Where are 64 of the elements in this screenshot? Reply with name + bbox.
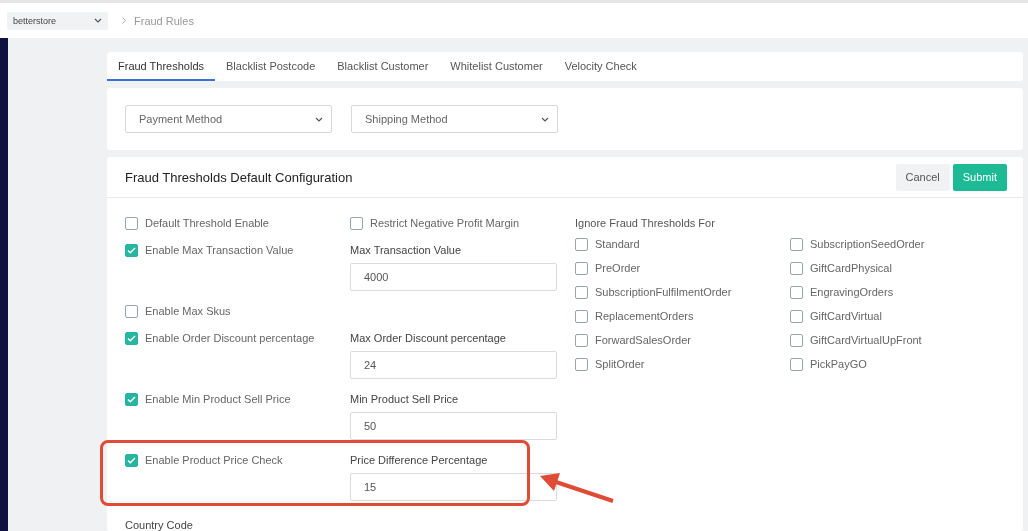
tab[interactable]: Blacklist Customer [326, 52, 440, 81]
checkbox[interactable] [125, 454, 138, 467]
chevron-down-icon [94, 18, 102, 23]
tab[interactable]: Fraud Thresholds [107, 52, 215, 81]
checkbox[interactable] [125, 217, 138, 230]
field-label: Min Product Sell Price [350, 393, 460, 406]
checkbox[interactable] [125, 332, 138, 345]
chevron-down-icon [315, 116, 323, 122]
checkbox[interactable] [790, 334, 803, 347]
field-label: Max Transaction Value [350, 244, 463, 257]
checkbox[interactable] [350, 217, 363, 230]
input-field[interactable]: 15 [350, 473, 557, 501]
checkbox-label: GiftCardPhysical [810, 262, 892, 275]
checkbox-label: PickPayGO [810, 358, 867, 371]
chevron-down-icon [541, 116, 549, 122]
checkbox-label: Enable Max Skus [145, 305, 231, 318]
checkbox[interactable] [575, 310, 588, 323]
checkbox[interactable] [125, 305, 138, 318]
field-label: Max Order Discount percentage [350, 332, 507, 345]
input-field[interactable]: 50 [350, 412, 557, 440]
cancel-button[interactable]: Cancel [895, 163, 950, 191]
checkbox[interactable] [575, 358, 588, 371]
input-field[interactable]: 4000 [350, 263, 557, 291]
checkbox-label: PreOrder [595, 262, 641, 275]
checkbox[interactable] [790, 310, 803, 323]
checkbox-label: Enable Order Discount percentage [145, 332, 315, 345]
checkbox-label: SubscriptionFulfilmentOrder [595, 286, 732, 299]
checkbox-label: SubscriptionSeedOrder [810, 238, 925, 251]
checkbox[interactable] [790, 262, 803, 275]
store-select[interactable]: betterstore [7, 11, 108, 30]
filter-select[interactable]: Payment Method [125, 105, 332, 133]
checkbox-label: Standard [595, 238, 640, 251]
checkbox-label: Default Threshold Enable [145, 217, 269, 230]
checkbox-label: Restrict Negative Profit Margin [370, 217, 520, 230]
checkbox[interactable] [790, 358, 803, 371]
checkbox[interactable] [575, 238, 588, 251]
card-title: Fraud Thresholds Default Configuration [125, 169, 353, 185]
arrow-icon [538, 471, 615, 506]
checkbox[interactable] [575, 334, 588, 347]
checkbox-label: GiftCardVirtualUpFront [810, 334, 922, 347]
tab[interactable]: Whitelist Customer [439, 52, 554, 81]
checkbox[interactable] [125, 244, 138, 257]
checkbox[interactable] [790, 238, 803, 251]
chevron-right-icon [122, 17, 126, 24]
tab[interactable]: Blacklist Postcode [215, 52, 327, 81]
checkbox[interactable] [790, 286, 803, 299]
checkbox[interactable] [575, 286, 588, 299]
field-label: Country Code [124, 519, 194, 531]
input-field[interactable]: 24 [350, 351, 557, 379]
field-label: Price Difference Percentage [350, 454, 489, 467]
checkbox[interactable] [575, 262, 588, 275]
checkbox[interactable] [125, 393, 138, 406]
checkbox-label: GiftCardVirtual [810, 310, 882, 323]
checkbox-label: ReplacementOrders [595, 310, 694, 323]
checkbox-label: EngravingOrders [810, 286, 894, 299]
checkbox-label: Enable Min Product Sell Price [145, 393, 291, 406]
section-title: Ignore Fraud Thresholds For [575, 217, 716, 230]
checkbox-label: SplitOrder [595, 358, 645, 371]
checkbox-label: Enable Product Price Check [145, 454, 283, 467]
tab[interactable]: Velocity Check [553, 52, 648, 81]
breadcrumb-item: Fraud Rules [134, 14, 194, 27]
checkbox-label: ForwardSalesOrder [595, 334, 691, 347]
checkbox-label: Enable Max Transaction Value [145, 244, 294, 257]
filter-select[interactable]: Shipping Method [351, 105, 558, 133]
